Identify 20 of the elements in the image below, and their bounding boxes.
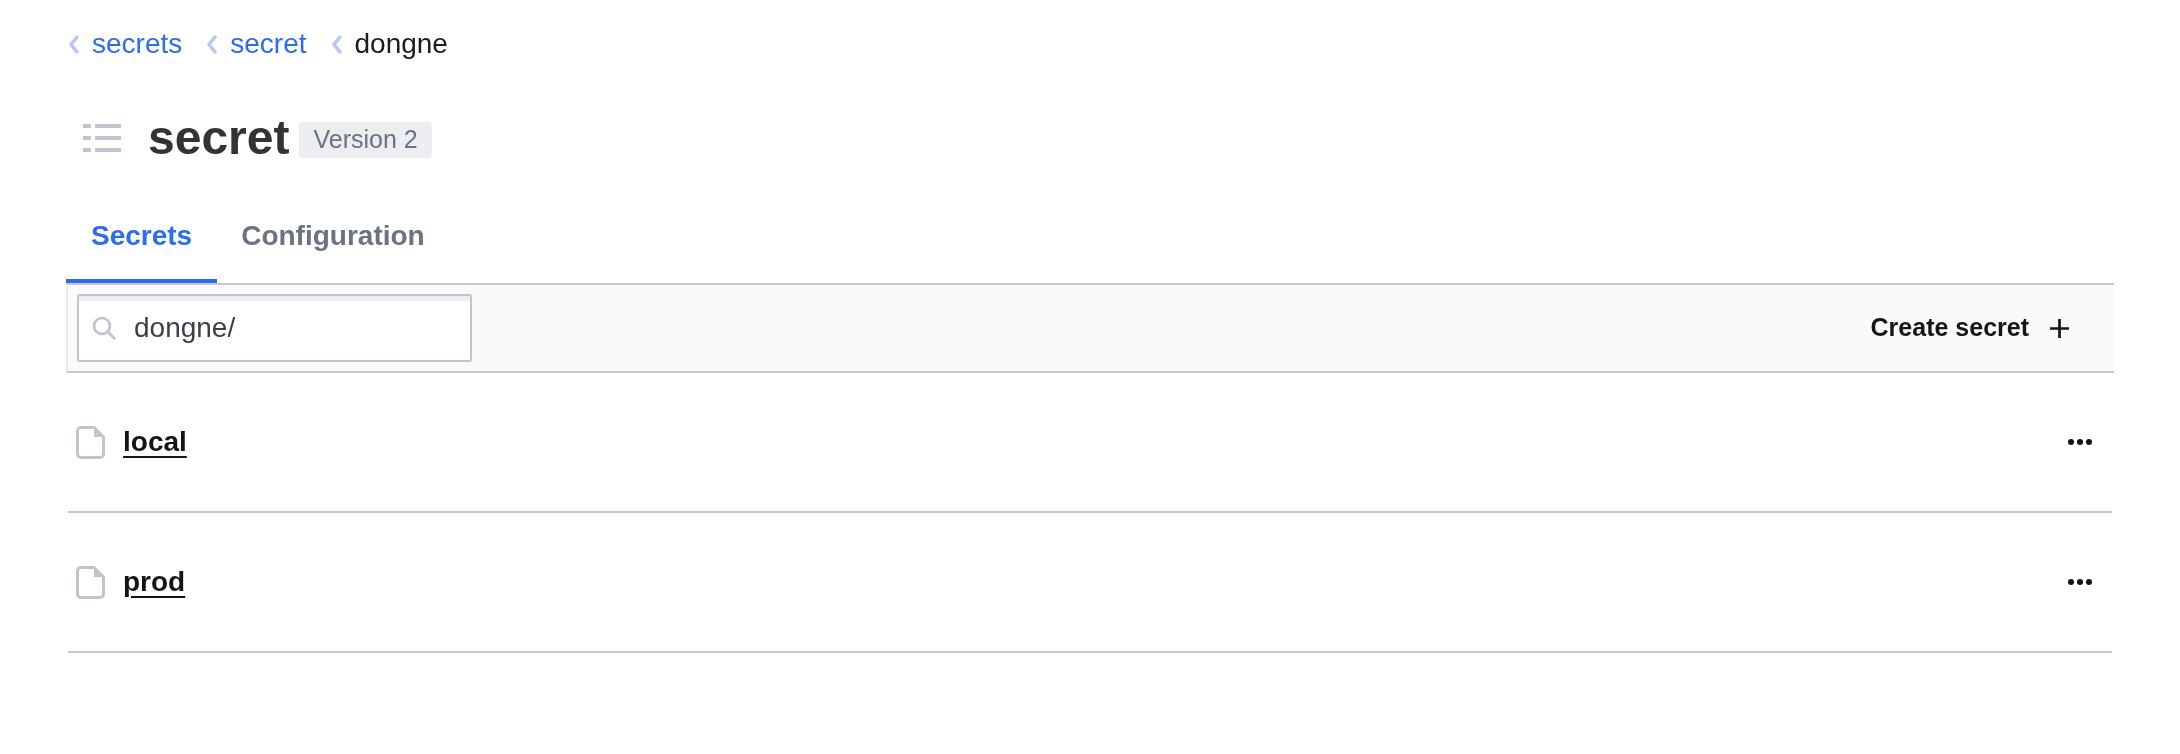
version-badge: Version 2 (299, 122, 432, 158)
plus-icon (2049, 317, 2070, 339)
search-icon (92, 316, 116, 340)
chevron-left-icon (68, 34, 79, 54)
file-icon (76, 565, 105, 599)
file-name-link[interactable]: local (117, 421, 187, 463)
breadcrumb-link[interactable]: secrets (92, 23, 183, 65)
file-icon (76, 425, 105, 459)
file-name-link[interactable]: prod (117, 561, 186, 603)
ellipsis-icon (2068, 579, 2092, 585)
chevron-left-icon (206, 34, 218, 54)
chevron-left-icon (330, 34, 342, 54)
list-icon (83, 124, 121, 152)
create-secret-button[interactable]: Create secret (1864, 303, 2076, 353)
page-title: secret (148, 114, 290, 162)
breadcrumb-link[interactable]: secret (230, 23, 307, 65)
ellipsis-icon (2068, 439, 2092, 445)
tab[interactable]: Configuration (217, 203, 449, 283)
breadcrumb-current: dongne (354, 27, 448, 61)
search-field[interactable]: dongne/ (77, 294, 472, 362)
